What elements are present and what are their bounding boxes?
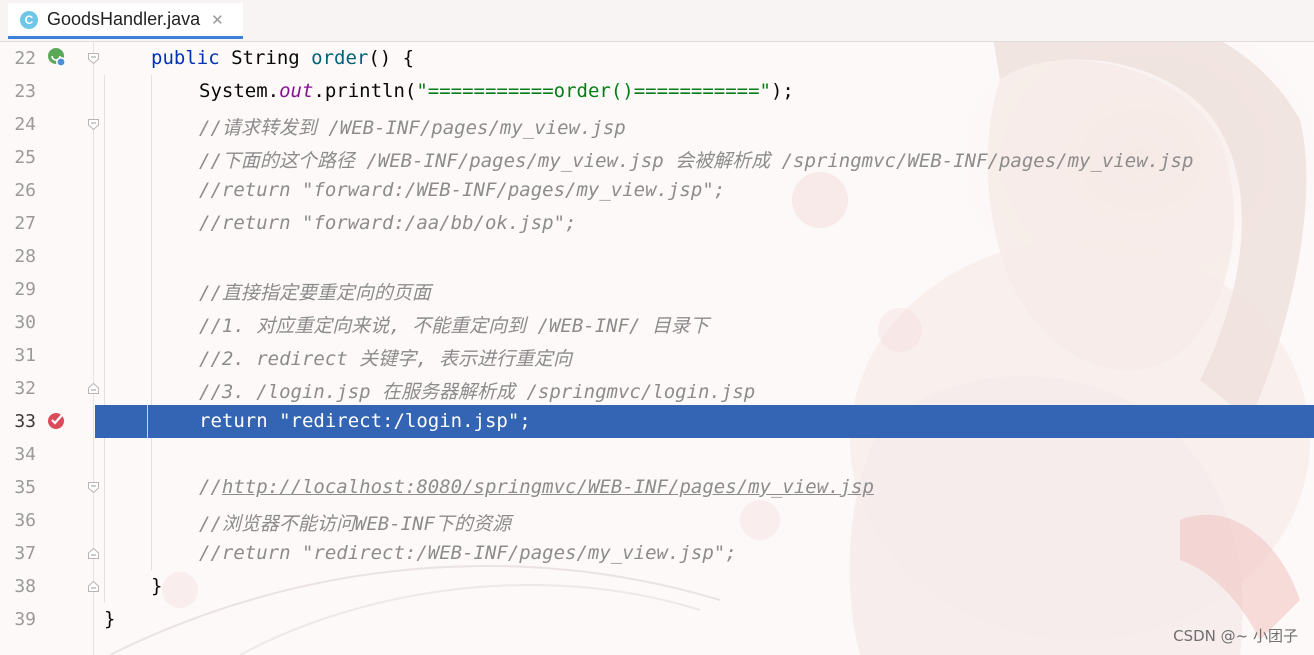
line-number[interactable]: 22: [0, 48, 36, 69]
code-text: //http://localhost:8080/springmvc/WEB-IN…: [199, 476, 874, 498]
code-token: System.: [199, 80, 280, 102]
line-number[interactable]: 33: [0, 411, 36, 432]
code-line[interactable]: 38}: [0, 570, 1314, 603]
line-number[interactable]: 24: [0, 114, 36, 135]
code-text: //直接指定要重定向的页面: [199, 278, 431, 305]
fold-close-icon[interactable]: [88, 383, 99, 394]
breakpoint-icon[interactable]: [46, 409, 68, 431]
code-token: }: [104, 608, 116, 630]
code-token: //3. /login.jsp 在服务器解析成 /springmvc/login…: [199, 381, 756, 403]
code-line[interactable]: 22 public String order() {: [0, 42, 1314, 75]
code-token: "===========order()===========": [416, 80, 771, 102]
code-token: //return "forward:/aa/bb/ok.jsp";: [199, 212, 577, 234]
code-line[interactable]: 30 //1. 对应重定向来说, 不能重定向到 /WEB-INF/ 目录下: [0, 306, 1314, 339]
code-line[interactable]: 24 //请求转发到 /WEB-INF/pages/my_view.jsp: [0, 108, 1314, 141]
code-editor[interactable]: 22 public String order() { 23 System.out.pr…: [0, 41, 1314, 655]
line-number[interactable]: 30: [0, 312, 36, 333]
code-token: .println(: [313, 80, 417, 102]
code-line-selected[interactable]: 33 return "redirect:/login.jsp";: [0, 405, 1314, 438]
code-token: () {: [368, 47, 415, 69]
code-text: //return "redirect:/WEB-INF/pages/my_vie…: [199, 542, 737, 564]
code-token: //2. redirect 关键字, 表示进行重定向: [199, 348, 573, 370]
code-text: //下面的这个路径 /WEB-INF/pages/my_view.jsp 会被解…: [199, 146, 1193, 173]
code-line[interactable]: 23 System.out.println("===========order()…: [0, 75, 1314, 108]
fold-close-icon[interactable]: [88, 548, 99, 559]
tab-goods-handler[interactable]: C GoodsHandler.java ✕: [8, 3, 243, 39]
line-number[interactable]: 35: [0, 477, 36, 498]
tab-label: GoodsHandler.java: [47, 9, 201, 29]
code-token: out: [279, 80, 314, 102]
code-token: );: [770, 80, 794, 102]
line-number[interactable]: 32: [0, 378, 36, 399]
code-line[interactable]: 36 //浏览器不能访问WEB-INF下的资源: [0, 504, 1314, 537]
code-line[interactable]: 26 //return "forward:/WEB-INF/pages/my_vi…: [0, 174, 1314, 207]
code-token: order: [311, 47, 369, 69]
code-text: //2. redirect 关键字, 表示进行重定向: [199, 344, 572, 371]
watermark: CSDN @~ 小团子: [1173, 627, 1298, 645]
editor-tab-bar: C GoodsHandler.java ✕: [0, 0, 1314, 42]
class-c-icon: C: [20, 10, 38, 29]
code-text: }: [104, 608, 115, 630]
code-line[interactable]: 34: [0, 438, 1314, 471]
code-text: return "redirect:/login.jsp";: [199, 410, 531, 432]
code-text: //请求转发到 /WEB-INF/pages/my_view.jsp: [199, 113, 626, 140]
code-token: return: [199, 410, 280, 432]
code-text: //3. /login.jsp 在服务器解析成 /springmvc/login…: [199, 377, 755, 404]
request-mapping-icon[interactable]: [46, 46, 68, 68]
line-number[interactable]: 27: [0, 213, 36, 234]
indent-guide: [147, 405, 148, 438]
code-text: System.out.println("===========order()==…: [199, 80, 794, 102]
code-line[interactable]: 35 //http://localhost:8080/springmvc/WEB-…: [0, 471, 1314, 504]
line-number[interactable]: 28: [0, 246, 36, 267]
line-number[interactable]: 29: [0, 279, 36, 300]
code-line[interactable]: 28: [0, 240, 1314, 273]
code-line[interactable]: 25 //下面的这个路径 /WEB-INF/pages/my_view.jsp 会…: [0, 141, 1314, 174]
code-line[interactable]: 31 //2. redirect 关键字, 表示进行重定向: [0, 339, 1314, 372]
code-line[interactable]: 29 //直接指定要重定向的页面: [0, 273, 1314, 306]
code-text: public String order() {: [151, 47, 414, 69]
fold-open-icon[interactable]: [88, 119, 99, 130]
line-number[interactable]: 34: [0, 444, 36, 465]
code-token: ;: [519, 410, 531, 432]
code-token: //浏览器不能访问WEB-INF下的资源: [199, 513, 511, 535]
code-token: "redirect:/login.jsp": [279, 410, 520, 432]
line-number[interactable]: 39: [0, 609, 36, 630]
line-number[interactable]: 26: [0, 180, 36, 201]
code-text: //return "forward:/aa/bb/ok.jsp";: [199, 212, 577, 234]
code-text: //1. 对应重定向来说, 不能重定向到 /WEB-INF/ 目录下: [199, 311, 709, 338]
code-text: //浏览器不能访问WEB-INF下的资源: [199, 509, 511, 536]
line-number[interactable]: 23: [0, 81, 36, 102]
code-line[interactable]: 39}: [0, 603, 1314, 636]
code-token: //: [199, 476, 222, 498]
code-line[interactable]: 32 //3. /login.jsp 在服务器解析成 /springmvc/log…: [0, 372, 1314, 405]
line-number[interactable]: 38: [0, 576, 36, 597]
code-token: //直接指定要重定向的页面: [199, 282, 431, 304]
code-text: //return "forward:/WEB-INF/pages/my_view…: [199, 179, 725, 201]
fold-open-icon[interactable]: [88, 53, 99, 64]
fold-close-icon[interactable]: [88, 581, 99, 592]
code-link[interactable]: http://localhost:8080/springmvc/WEB-INF/…: [222, 476, 874, 498]
code-token: String: [231, 47, 312, 69]
code-line[interactable]: 37 //return "redirect:/WEB-INF/pages/my_v…: [0, 537, 1314, 570]
line-number[interactable]: 37: [0, 543, 36, 564]
close-icon[interactable]: ✕: [211, 11, 224, 29]
fold-open-icon[interactable]: [88, 482, 99, 493]
code-line[interactable]: 27 //return "forward:/aa/bb/ok.jsp";: [0, 207, 1314, 240]
code-token: }: [151, 575, 163, 597]
line-number[interactable]: 31: [0, 345, 36, 366]
code-token: public: [151, 47, 232, 69]
line-number[interactable]: 36: [0, 510, 36, 531]
code-token: //return "forward:/WEB-INF/pages/my_view…: [199, 179, 726, 201]
code-text: }: [151, 575, 162, 597]
code-token: //return "redirect:/WEB-INF/pages/my_vie…: [199, 542, 737, 564]
code-token: //1. 对应重定向来说, 不能重定向到 /WEB-INF/ 目录下: [199, 315, 709, 337]
code-token: //下面的这个路径 /WEB-INF/pages/my_view.jsp 会被解…: [199, 150, 1194, 172]
code-token: //请求转发到 /WEB-INF/pages/my_view.jsp: [199, 117, 626, 139]
line-number[interactable]: 25: [0, 147, 36, 168]
